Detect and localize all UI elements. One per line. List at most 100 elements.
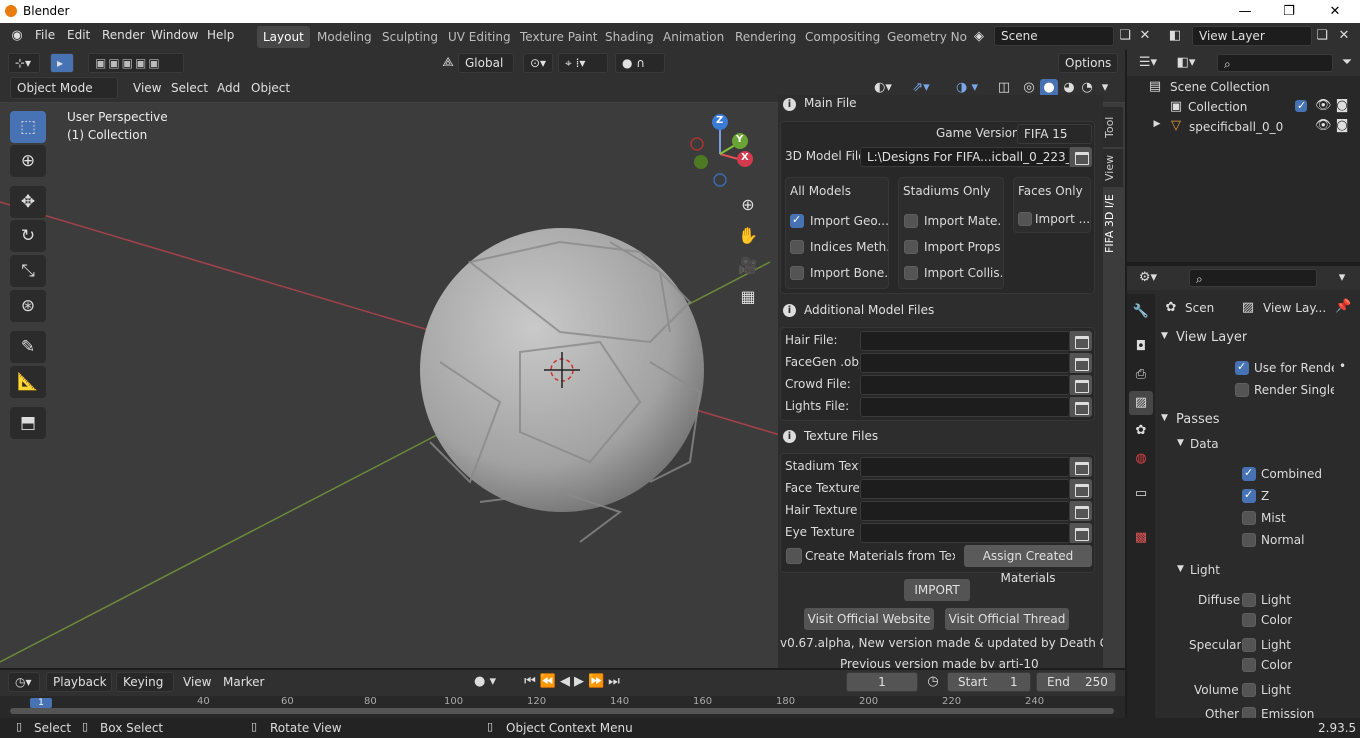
outliner-collection[interactable]: Collection <box>1188 100 1247 114</box>
ortho-grid-icon[interactable]: ▦ <box>736 287 760 306</box>
new-view-layer-icon[interactable]: ❏ <box>1314 28 1330 43</box>
facegen-file-input[interactable] <box>860 353 1070 373</box>
maximize-button[interactable]: ❐ <box>1269 2 1309 21</box>
view-layer-icon[interactable]: ◧ <box>1165 28 1185 43</box>
eye-texture-input[interactable] <box>860 523 1070 543</box>
tab-view[interactable]: View <box>1103 149 1123 187</box>
end-frame-field[interactable]: End 250 <box>1036 672 1116 692</box>
eye-texture-folder-icon[interactable] <box>1070 523 1092 543</box>
main-file-header[interactable]: Main File <box>804 96 857 110</box>
tab-compositing[interactable]: Compositing <box>799 26 886 48</box>
tab-layout[interactable]: Layout <box>257 26 310 48</box>
view-layer-collapse-arrow[interactable]: ▼ <box>1161 331 1168 341</box>
data-subpanel-header[interactable]: Data <box>1190 437 1219 451</box>
hair-texture-folder-icon[interactable] <box>1070 501 1092 521</box>
create-materials-checkbox[interactable] <box>786 548 802 564</box>
model-file-input[interactable]: L:\Designs For FIFA...icball_0_223_0.rx3 <box>860 147 1070 167</box>
display-mode-icon[interactable]: ◧▾ <box>1173 55 1199 70</box>
select-mode-icon[interactable]: ▸ <box>50 53 74 73</box>
model-file-folder-icon[interactable] <box>1070 147 1092 167</box>
assign-materials-button[interactable]: Assign Created Materials <box>964 545 1092 585</box>
collection-render-camera-icon[interactable]: ◙ <box>1334 98 1350 113</box>
object-render-camera-icon[interactable]: ◙ <box>1334 118 1350 133</box>
playback-controls-icon[interactable]: ⏮⏪◀▶⏩⏭ <box>514 674 634 689</box>
properties-editor-icon[interactable]: ⚙▾ <box>1135 270 1161 285</box>
render-props-icon[interactable]: ◘ <box>1132 339 1150 354</box>
tool-measure[interactable]: 📐 <box>10 366 46 398</box>
import-props-checkbox[interactable] <box>904 240 918 254</box>
scene-props-icon[interactable]: ✿ <box>1132 423 1150 438</box>
menu-help[interactable]: Help <box>207 28 234 42</box>
indices-method-checkbox[interactable] <box>790 240 804 254</box>
import-face-checkbox[interactable] <box>1018 212 1032 226</box>
face-texture-folder-icon[interactable] <box>1070 479 1092 499</box>
import-materials-checkbox[interactable] <box>904 214 918 228</box>
selection-mode-buttons[interactable]: ▣▣▣▣▣ <box>88 53 184 73</box>
tab-tool[interactable]: Tool <box>1103 107 1123 147</box>
visit-website-button[interactable]: Visit Official Website <box>804 608 934 630</box>
world-props-icon[interactable]: ◍ <box>1132 451 1150 466</box>
pivot-dropdown[interactable]: ⊙▾ <box>523 53 553 73</box>
passes-collapse-arrow[interactable]: ▼ <box>1161 413 1168 423</box>
tab-texture-paint[interactable]: Texture Paint <box>514 26 603 48</box>
additional-files-header[interactable]: Additional Model Files <box>804 303 934 317</box>
editor-type-dropdown[interactable]: ⊹▾ <box>8 53 40 73</box>
timeline-ruler[interactable]: 1 40 60 80 100 120 140 160 180 200 220 2… <box>0 696 1125 718</box>
outliner-editor-icon[interactable]: ☰▾ <box>1135 55 1161 70</box>
properties-options-icon[interactable]: ▾ <box>1335 270 1349 285</box>
blender-menu-icon[interactable]: ◉ <box>9 28 25 43</box>
timeline-menu-marker[interactable]: Marker <box>223 675 264 689</box>
import-collisions-checkbox[interactable] <box>904 266 918 280</box>
scene-field[interactable]: Scene <box>994 26 1114 46</box>
specular-color-checkbox[interactable] <box>1242 658 1256 672</box>
gizmo-x-label[interactable]: X <box>741 152 749 163</box>
volume-light-checkbox[interactable] <box>1242 683 1256 697</box>
menu-window[interactable]: Window <box>151 28 198 42</box>
viewport-menu-add[interactable]: Add <box>217 81 240 95</box>
pin-icon[interactable]: 📌 <box>1335 299 1351 314</box>
animate-dot-icon[interactable]: • <box>1339 359 1346 373</box>
material-shading-icon[interactable]: ◕ <box>1060 80 1078 95</box>
tab-animation[interactable]: Animation <box>657 26 730 48</box>
import-button[interactable]: IMPORT <box>904 579 970 601</box>
tool-cursor[interactable]: ⊕ <box>10 145 46 177</box>
hair-file-folder-icon[interactable] <box>1070 331 1092 351</box>
proportional-edit-dropdown[interactable]: ● ∩ <box>615 53 665 73</box>
tool-select[interactable]: ⬚ <box>10 111 46 143</box>
lights-file-folder-icon[interactable] <box>1070 397 1092 417</box>
z-checkbox[interactable] <box>1242 488 1256 503</box>
menu-edit[interactable]: Edit <box>67 28 90 42</box>
passes-panel-header[interactable]: Passes <box>1176 412 1220 427</box>
tool-props-icon[interactable]: 🔧 <box>1132 304 1150 319</box>
tool-scale[interactable]: ⤡ <box>10 255 46 287</box>
combined-checkbox[interactable] <box>1242 466 1256 481</box>
hair-texture-input[interactable] <box>860 501 1070 521</box>
playback-dropdown[interactable]: Playback <box>46 672 112 692</box>
tool-annotate[interactable]: ✎ <box>10 331 46 363</box>
object-visibility-eye-icon[interactable]: 👁 <box>1315 118 1332 133</box>
outliner-search[interactable]: ⌕ <box>1217 54 1333 72</box>
properties-search[interactable]: ⌕ <box>1189 269 1317 287</box>
tab-uv-editing[interactable]: UV Editing <box>442 26 517 48</box>
outliner-scene-collection[interactable]: Scene Collection <box>1170 80 1270 94</box>
tool-move[interactable]: ✥ <box>10 186 46 218</box>
close-button[interactable]: ✕ <box>1315 2 1355 21</box>
specular-light-checkbox[interactable] <box>1242 638 1256 652</box>
keying-dropdown[interactable]: Keying <box>116 672 174 692</box>
tab-sculpting[interactable]: Sculpting <box>376 26 444 48</box>
minimize-button[interactable]: — <box>1225 2 1265 21</box>
overlay-toggle-icon[interactable]: ◑ ▾ <box>947 80 987 95</box>
wireframe-shading-icon[interactable]: ◎ <box>1020 80 1038 95</box>
hair-file-input[interactable] <box>860 331 1070 351</box>
collection-props-icon[interactable]: ▭ <box>1132 486 1150 501</box>
mist-checkbox[interactable] <box>1242 511 1256 525</box>
game-version-dropdown[interactable]: FIFA 15 <box>1017 124 1092 144</box>
gizmo-z-label[interactable]: Z <box>716 115 723 126</box>
face-texture-input[interactable] <box>860 479 1070 499</box>
menu-render[interactable]: Render <box>102 28 145 42</box>
tab-geometry-nodes[interactable]: Geometry No <box>881 26 973 48</box>
camera-icon[interactable]: 🎥 <box>736 256 760 275</box>
stadium-texture-folder-icon[interactable] <box>1070 457 1092 477</box>
view-layer-tab-active[interactable]: ▨ <box>1129 391 1153 415</box>
tool-transform[interactable]: ⊛ <box>10 290 46 322</box>
